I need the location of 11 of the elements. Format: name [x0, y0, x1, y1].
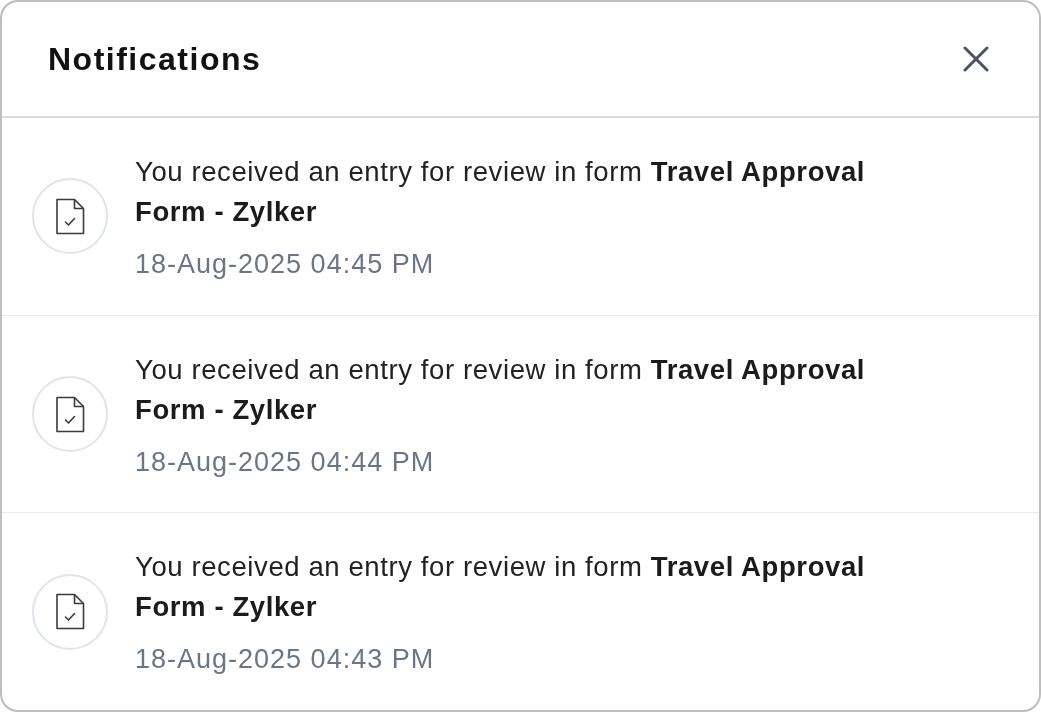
document-check-icon [32, 573, 108, 650]
close-icon [963, 46, 989, 72]
notification-time: 18-Aug-2025 04:43 PM [135, 643, 436, 677]
panel-title: Notifications [48, 40, 262, 78]
notification-message: You received an entry for review in form Travel Approval Form - Zylker [135, 154, 867, 229]
notification-time: 18-Aug-2025 04:44 PM [135, 445, 436, 479]
notification-time: 18-Aug-2025 04:45 PM [135, 247, 436, 281]
document-check-icon [32, 376, 108, 452]
notification-message: You received an entry for review in form Travel Approval Form - Zylker [135, 352, 867, 427]
document-check-icon [32, 178, 108, 255]
notification-message: You received an entry for review in form Travel Approval Form - Zylker [135, 550, 867, 625]
